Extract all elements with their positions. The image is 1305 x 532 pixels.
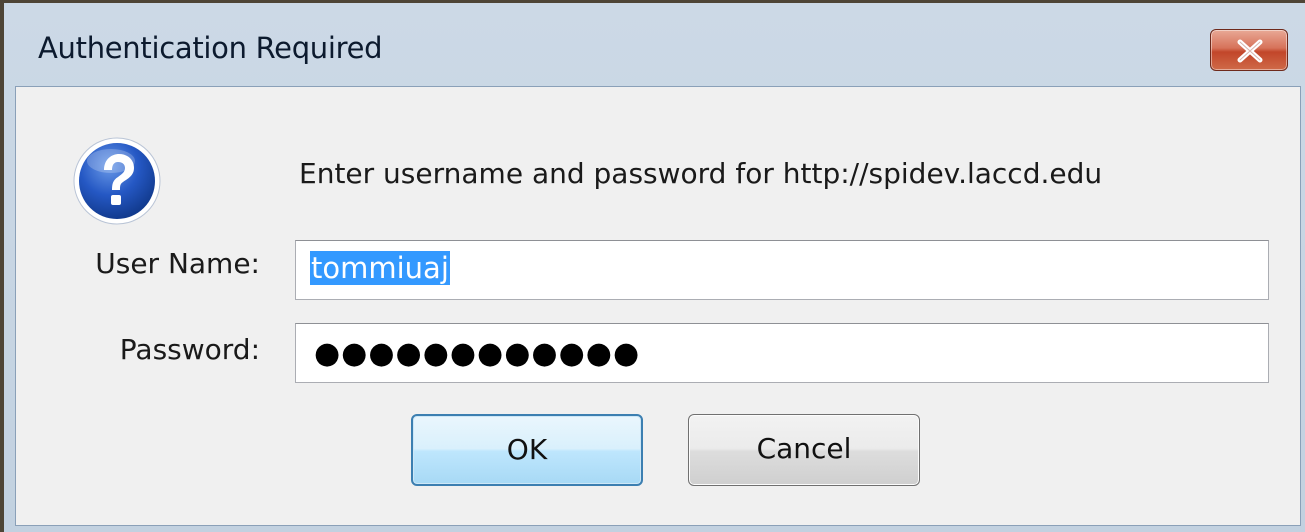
password-input[interactable]: ●●●●●●●●●●●● bbox=[295, 323, 1269, 383]
close-button[interactable] bbox=[1210, 29, 1288, 71]
username-input[interactable]: tommiuaj bbox=[295, 240, 1269, 300]
close-icon bbox=[1237, 39, 1263, 63]
dialog-window: Authentication Required Enter username a… bbox=[0, 0, 1305, 532]
help-question-icon bbox=[71, 135, 163, 227]
dialog-content: Enter username and password for http://s… bbox=[15, 86, 1301, 526]
cancel-button[interactable]: Cancel bbox=[688, 414, 920, 486]
username-label: User Name: bbox=[95, 247, 260, 280]
ok-button[interactable]: OK bbox=[411, 414, 643, 486]
title-bar[interactable]: Authentication Required bbox=[4, 3, 1305, 85]
password-label: Password: bbox=[119, 333, 260, 366]
window-title: Authentication Required bbox=[38, 31, 383, 65]
username-value: tommiuaj bbox=[310, 251, 450, 285]
auth-prompt-text: Enter username and password for http://s… bbox=[299, 157, 1103, 190]
password-mask: ●●●●●●●●●●●● bbox=[314, 336, 641, 371]
